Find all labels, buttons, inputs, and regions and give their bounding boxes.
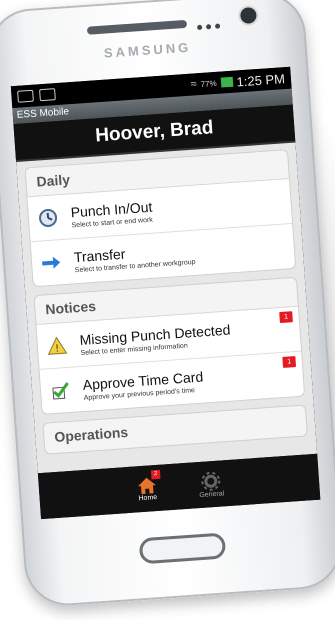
missing-punch-badge: 1 <box>279 311 293 323</box>
battery-percent: 77% <box>200 78 217 88</box>
operations-title: Operations <box>43 406 306 452</box>
status-time: 1:25 PM <box>236 71 285 89</box>
home-badge: 2 <box>151 470 161 480</box>
main-content[interactable]: Daily Punch In/Out Select to start or en… <box>16 143 317 474</box>
notices-section: Notices ! Missing Punch Detected Select … <box>33 277 305 415</box>
clock-icon <box>36 206 59 229</box>
warning-icon: ! <box>45 334 68 357</box>
phone-screen: ≈ 77% 1:25 PM ESS Mobile Hoover, Brad Da… <box>11 67 321 519</box>
tab-general-label: General <box>199 490 224 499</box>
approve-badge: 1 <box>282 356 296 368</box>
battery-icon <box>220 77 233 88</box>
gear-icon <box>200 470 221 491</box>
arrow-right-icon <box>39 251 62 274</box>
tab-general[interactable]: General <box>188 463 235 506</box>
gallery-icon <box>17 90 34 103</box>
daily-section: Daily Punch In/Out Select to start or en… <box>24 149 296 287</box>
wifi-icon: ≈ <box>190 78 197 90</box>
svg-text:!: ! <box>55 344 60 355</box>
phone-device: SAMSUNG ≈ 77% 1:25 PM ESS Mobile Hoover,… <box>0 0 335 608</box>
tab-home[interactable]: 2 Home <box>124 467 171 510</box>
app-name: ESS Mobile <box>16 106 69 121</box>
tab-home-label: Home <box>138 494 157 502</box>
bag-icon <box>39 88 56 101</box>
checkmark-icon <box>48 379 71 402</box>
sensor-dots <box>196 15 227 27</box>
